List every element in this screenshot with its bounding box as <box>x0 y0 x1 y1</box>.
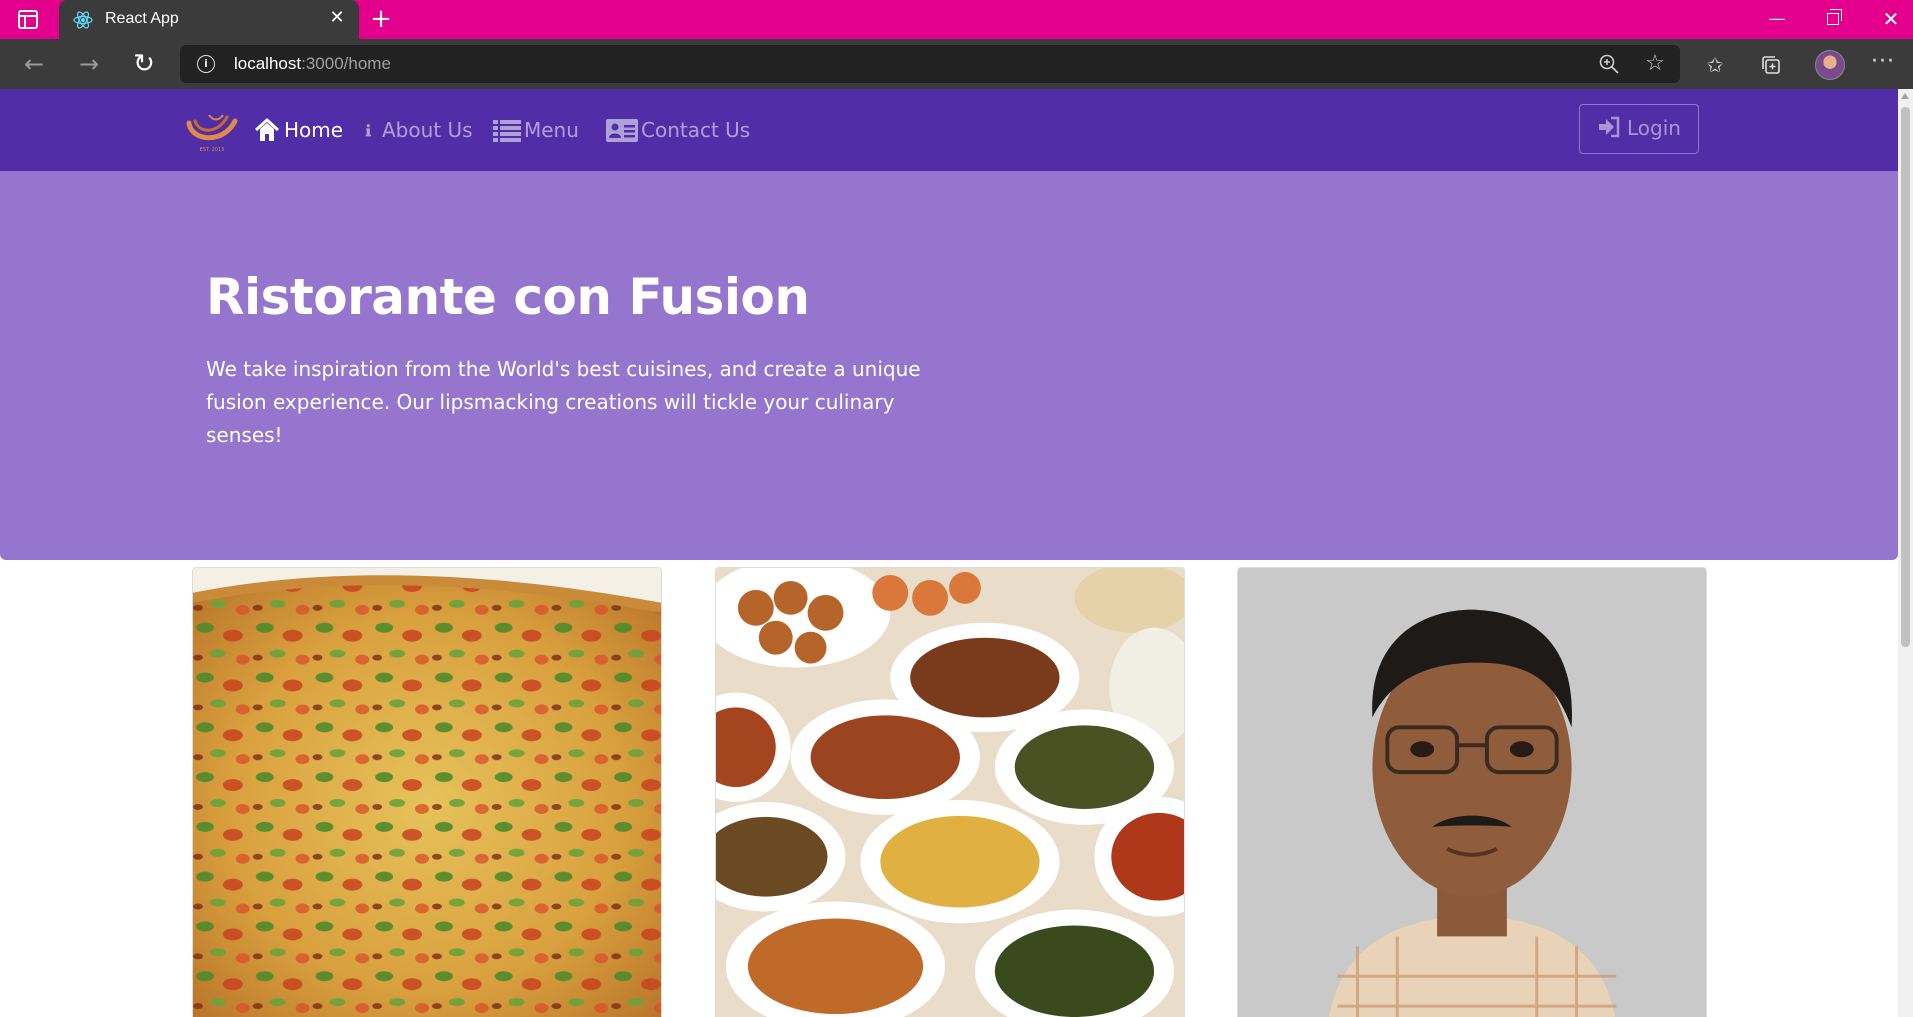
collections-icon[interactable] <box>1759 53 1783 77</box>
close-window-button[interactable]: ✕ <box>1876 7 1906 31</box>
logo-text: EST. 2013 <box>200 147 225 153</box>
reload-icon[interactable]: ↻ <box>128 48 160 80</box>
intro-text: We take inspiration from the World's bes… <box>206 357 921 447</box>
buffet-image <box>716 568 1184 1017</box>
profile-avatar[interactable] <box>1815 50 1845 80</box>
nav-link-about[interactable]: About Us <box>364 115 473 145</box>
nav-about-label: About Us <box>382 118 473 142</box>
nav-link-home[interactable]: Home <box>252 115 343 145</box>
scroll-up-icon[interactable] <box>1901 93 1909 99</box>
card-promotion[interactable] <box>715 567 1185 1017</box>
browser-tab[interactable]: React App ✕ <box>59 0 359 39</box>
back-icon[interactable]: ← <box>18 48 50 80</box>
list-icon <box>493 120 521 142</box>
jumbotron: Ristorante con Fusion We take inspiratio… <box>0 171 1898 560</box>
tab-close-icon[interactable]: ✕ <box>327 8 347 28</box>
zoom-icon[interactable] <box>1598 53 1620 75</box>
restore-icon <box>1827 9 1842 25</box>
page-viewport: EST. 2013 Home About Us Menu Contact Us … <box>0 89 1898 1017</box>
nav-link-contact[interactable]: Contact Us <box>605 115 750 145</box>
new-tab-button[interactable]: + <box>368 6 394 32</box>
page-title: Ristorante con Fusion <box>206 268 810 326</box>
browser-toolbar: ← → ↻ i localhost:3000/home ☆ ✩ ··· <box>0 39 1913 89</box>
restore-button[interactable] <box>1818 7 1848 31</box>
page-scrollbar[interactable] <box>1898 89 1913 1017</box>
sign-in-icon <box>1599 116 1620 138</box>
favorites-icon[interactable]: ✩ <box>1703 53 1727 77</box>
tab-title: React App <box>105 10 179 27</box>
minimize-button[interactable]: — <box>1762 7 1792 31</box>
nav-menu-label: Menu <box>524 118 579 142</box>
forward-icon[interactable]: → <box>73 48 105 80</box>
address-bar[interactable]: i localhost:3000/home ☆ <box>180 45 1680 83</box>
sidebar-icon[interactable] <box>18 10 38 29</box>
uthappizza-image <box>193 568 661 1017</box>
info-icon <box>365 124 371 137</box>
react-favicon-icon <box>73 11 93 29</box>
nav-link-menu[interactable]: Menu <box>492 115 579 145</box>
nav-contact-label: Contact Us <box>641 118 751 142</box>
login-label: Login <box>1627 116 1681 140</box>
chef-portrait-image <box>1238 568 1706 1017</box>
card-leader[interactable] <box>1237 567 1707 1017</box>
scrollbar-thumb[interactable] <box>1901 107 1910 647</box>
nav-home-label: Home <box>284 118 344 142</box>
restaurant-logo[interactable]: EST. 2013 <box>183 111 241 153</box>
address-card-icon <box>606 119 638 142</box>
browser-title-bar: React App ✕ + — ✕ <box>0 0 1913 39</box>
more-icon[interactable]: ··· <box>1868 51 1898 77</box>
add-favorite-icon[interactable]: ☆ <box>1643 52 1667 76</box>
url-path: :3000/home <box>301 54 391 73</box>
site-navbar: EST. 2013 Home About Us Menu Contact Us … <box>0 89 1898 171</box>
login-button[interactable]: Login <box>1579 104 1699 154</box>
site-info-icon[interactable]: i <box>197 55 215 73</box>
card-dish[interactable] <box>192 567 662 1017</box>
url-host: localhost <box>234 54 302 73</box>
url-text[interactable]: localhost:3000/home <box>234 54 391 74</box>
home-icon <box>254 118 280 141</box>
